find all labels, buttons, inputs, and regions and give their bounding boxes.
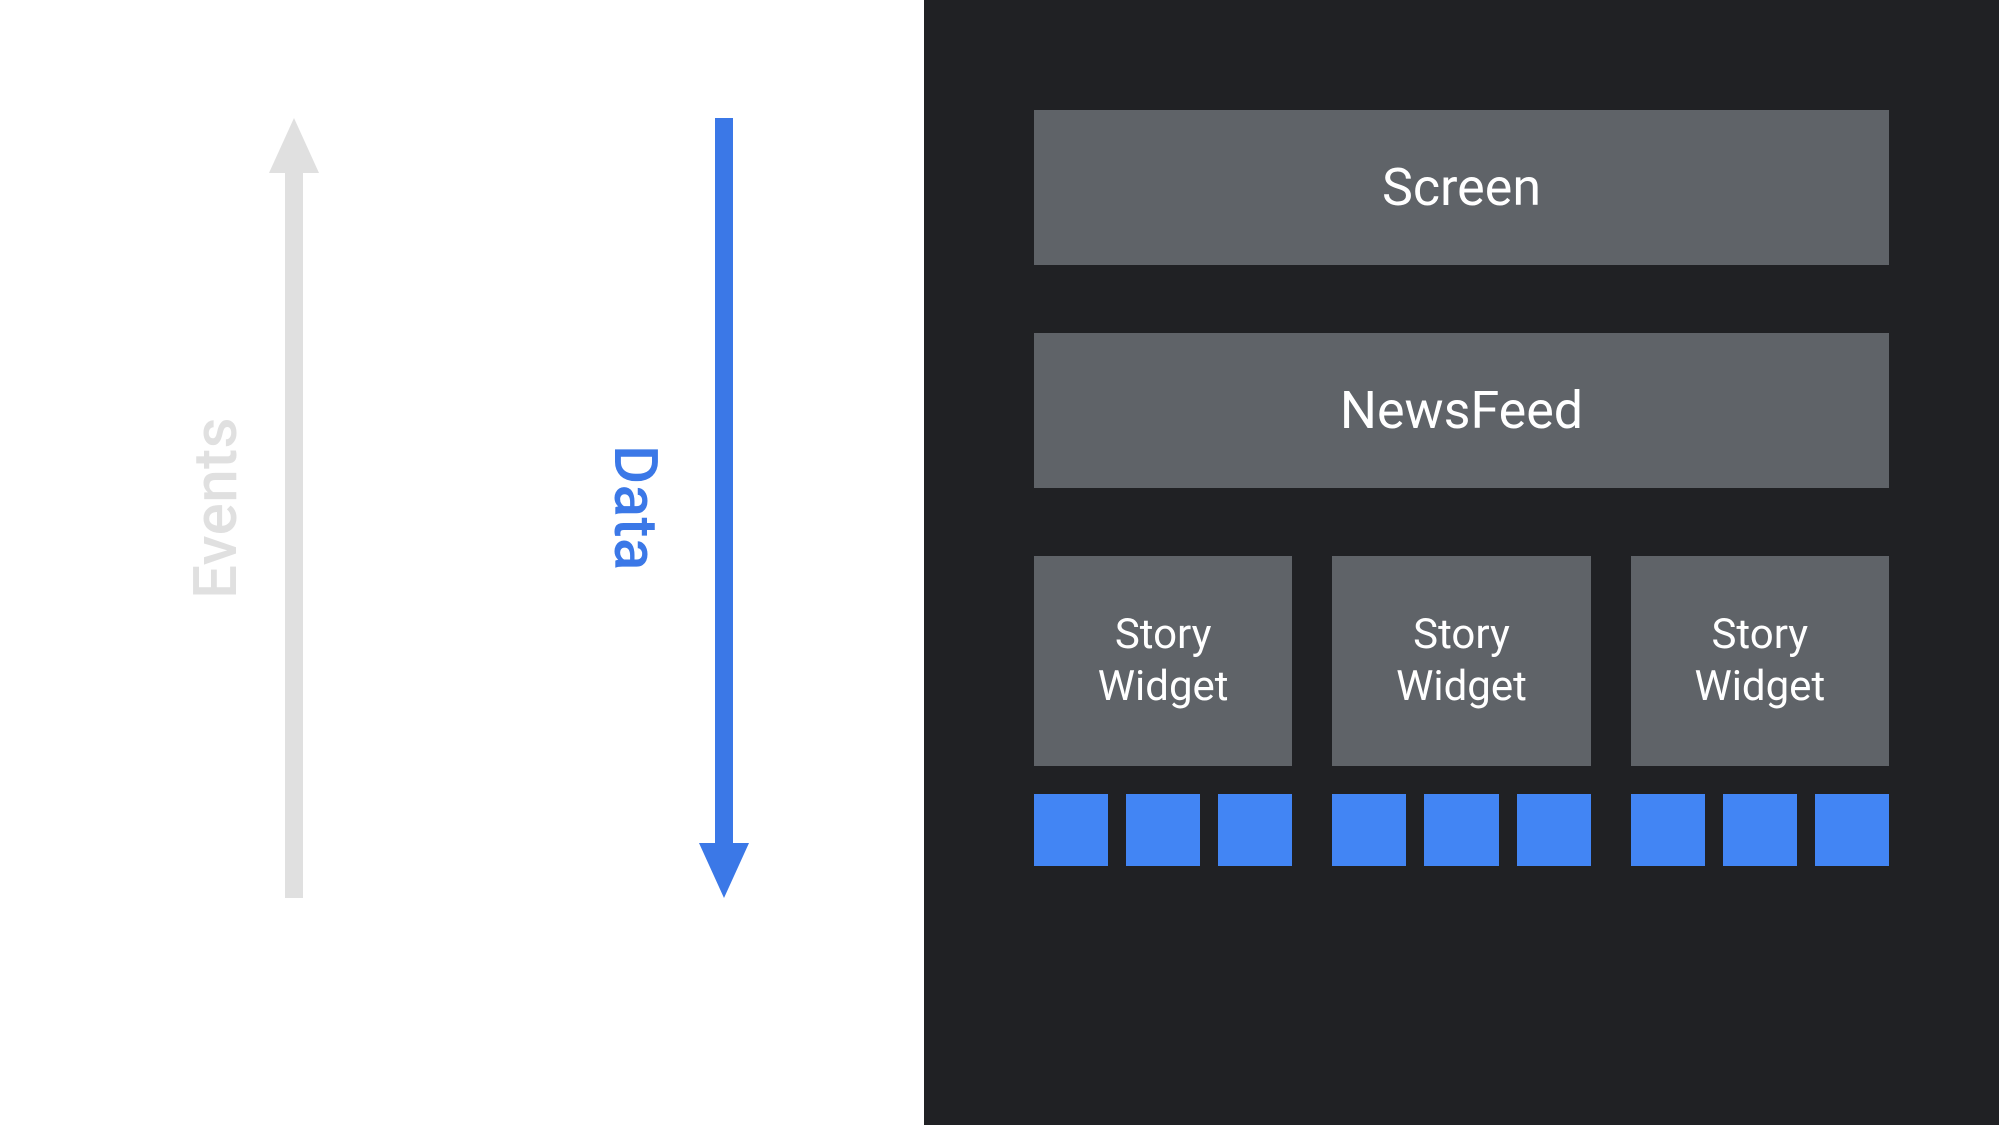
blue-block (1815, 794, 1889, 866)
data-arrow-group: Data (600, 118, 749, 898)
blue-block (1517, 794, 1591, 866)
blue-cluster (1034, 794, 1292, 866)
blue-cluster (1631, 794, 1889, 866)
blue-block (1034, 794, 1108, 866)
story-widget-box: Story Widget (1034, 556, 1292, 766)
story-widget-row: Story Widget Story Widget Story Widget (1034, 556, 1889, 766)
arrow-down-icon (699, 118, 749, 898)
story-widget-label: Story Widget (1694, 609, 1825, 714)
events-arrow-group: Events (180, 118, 319, 898)
blue-block (1424, 794, 1498, 866)
blue-block (1332, 794, 1406, 866)
story-widget-box: Story Widget (1631, 556, 1889, 766)
screen-box: Screen (1034, 110, 1889, 265)
blue-block (1723, 794, 1797, 866)
newsfeed-box-label: NewsFeed (1340, 380, 1583, 441)
diagram-stage: Events Data Screen NewsFeed Story Widg (0, 0, 1999, 1125)
blue-block (1631, 794, 1705, 866)
blue-block-row (1034, 794, 1889, 866)
arrow-up-icon (269, 118, 319, 898)
left-panel: Events Data (0, 0, 924, 1125)
hierarchy-column: Screen NewsFeed Story Widget Story Widge… (1034, 110, 1889, 866)
data-label: Data (600, 445, 671, 571)
story-widget-box: Story Widget (1332, 556, 1590, 766)
blue-cluster (1332, 794, 1590, 866)
story-widget-label: Story Widget (1098, 609, 1229, 714)
blue-block (1126, 794, 1200, 866)
blue-block (1218, 794, 1292, 866)
screen-box-label: Screen (1382, 157, 1541, 218)
newsfeed-box: NewsFeed (1034, 333, 1889, 488)
right-panel: Screen NewsFeed Story Widget Story Widge… (924, 0, 1999, 1125)
events-label: Events (180, 417, 251, 599)
story-widget-label: Story Widget (1396, 609, 1527, 714)
